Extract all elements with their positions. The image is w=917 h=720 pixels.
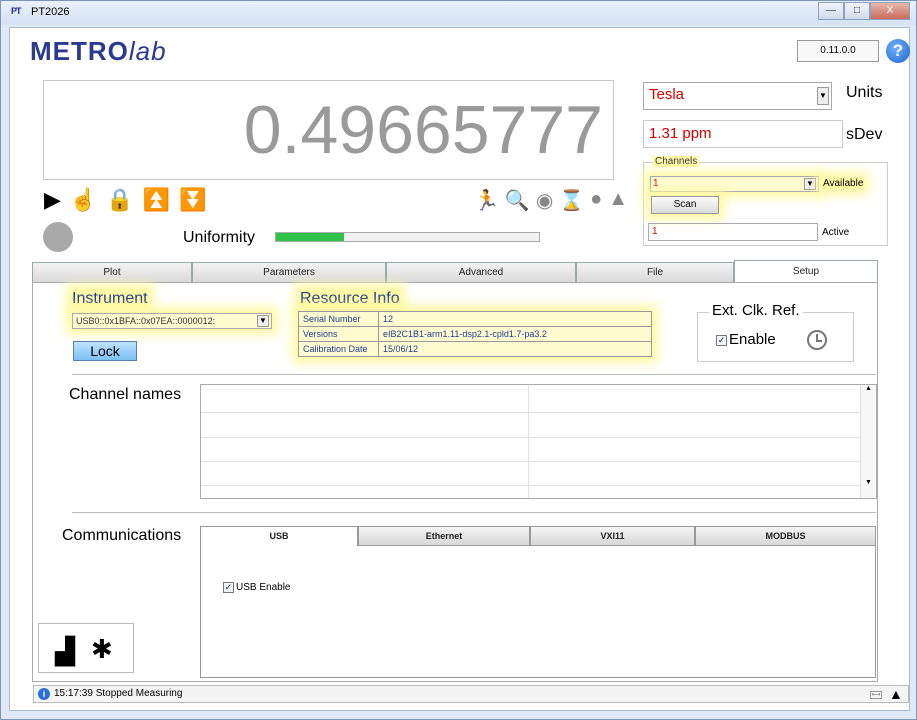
gauge-icon: ◉ xyxy=(535,190,554,212)
divider xyxy=(72,374,876,375)
tab-plot[interactable]: Plot xyxy=(32,262,192,282)
tab-advanced[interactable]: Advanced xyxy=(386,262,576,282)
minimize-button[interactable]: — xyxy=(818,2,844,20)
title-bar[interactable]: PT PT2026 — □ X xyxy=(1,1,916,25)
communications-tabs: USB Ethernet VXI11 MODBUS xyxy=(200,526,876,546)
alert-shield-icon: ● xyxy=(590,188,603,210)
chevron-down-icon[interactable]: ▼ xyxy=(817,87,829,105)
factory-icon[interactable]: ▟ xyxy=(55,636,75,667)
divider xyxy=(72,512,876,513)
search-icon: 🔍 xyxy=(504,190,530,212)
grid-line xyxy=(201,485,859,486)
tab-vxi11[interactable]: VXI11 xyxy=(530,526,695,546)
instrument-value: USB0::0x1BFA::0x07EA::0000012: xyxy=(76,316,216,326)
status-icons: 🏃 🔍 ◉ ⌛ ● ▲ xyxy=(474,188,628,213)
communications-label: Communications xyxy=(62,527,182,544)
available-label: Available xyxy=(823,178,864,189)
active-label: Active xyxy=(822,227,850,238)
maximize-button[interactable]: □ xyxy=(844,2,870,20)
units-label: Units xyxy=(846,84,883,101)
table-cell: 15/06/12 xyxy=(378,341,652,357)
chevron-down-icon[interactable]: ▼ xyxy=(257,315,269,327)
play-icon[interactable]: ▶ xyxy=(44,187,61,213)
scan-button[interactable]: Scan xyxy=(651,196,719,214)
vertical-scrollbar[interactable]: ▲ ▼ xyxy=(860,385,876,498)
logo-lab: lab xyxy=(128,36,167,66)
channel-names-grid[interactable]: ▲ ▼ xyxy=(200,384,877,499)
sdev-label: sDev xyxy=(846,126,883,143)
resource-info-table: Serial Number 12 Versions eIB2C1B1-arm1.11… xyxy=(298,311,652,357)
resource-info-label: Resource Info xyxy=(300,290,400,308)
tab-parameters[interactable]: Parameters xyxy=(192,262,386,282)
status-text: 15:17:39 Stopped Measuring xyxy=(54,688,183,699)
uniformity-bar xyxy=(275,232,540,242)
warning-icon: ▲ xyxy=(608,188,629,210)
table-row: Versions eIB2C1B1-arm1.11-dsp2.1-cpld1.7-… xyxy=(298,326,652,342)
ext-clk-enable-checkbox[interactable]: ✓ Enable xyxy=(716,331,776,348)
table-cell: Versions xyxy=(298,326,379,342)
table-cell: Serial Number xyxy=(298,311,379,327)
scroll-up-icon[interactable]: ▲ xyxy=(861,385,876,392)
expand-up-icon[interactable]: ▲ xyxy=(889,686,903,702)
resize-grip-icon[interactable]: ⟷ xyxy=(870,691,882,699)
tab-setup[interactable]: Setup xyxy=(734,260,878,282)
close-button[interactable]: X xyxy=(870,2,910,20)
app-icon: PT xyxy=(11,6,22,16)
tab-usb[interactable]: USB xyxy=(200,526,358,546)
channel-names-label: Channel names xyxy=(69,386,182,403)
window-title: PT2026 xyxy=(31,6,70,18)
lock-icon[interactable]: 🔒 xyxy=(106,187,133,213)
control-toolbar: ▶ ☝ 🔒 ⏫ ⏬ xyxy=(44,187,207,213)
units-select[interactable]: Tesla ▼ xyxy=(643,82,832,110)
info-icon: i xyxy=(38,688,50,700)
ext-clk-enable-label: Enable xyxy=(729,331,776,348)
status-led xyxy=(43,222,73,252)
table-row: Serial Number 12 xyxy=(298,311,652,327)
lock-button[interactable]: Lock xyxy=(73,341,137,361)
logo-main: METRO xyxy=(30,36,129,66)
checkbox-icon[interactable]: ✓ xyxy=(223,582,234,593)
bottom-toolbar xyxy=(38,623,134,673)
usb-enable-label: USB Enable xyxy=(236,582,291,594)
move-top-icon[interactable]: ⏫ xyxy=(143,187,170,213)
instrument-select[interactable]: USB0::0x1BFA::0x07EA::0000012: ▼ xyxy=(72,313,272,329)
table-row: Calibration Date 15/06/12 xyxy=(298,341,652,357)
hourglass-icon: ⌛ xyxy=(559,190,585,212)
available-channels-select[interactable]: 1 ▼ xyxy=(650,176,819,192)
grid-column-line xyxy=(528,385,529,498)
move-bottom-icon[interactable]: ⏬ xyxy=(179,187,206,213)
sdev-field: 1.31 ppm xyxy=(643,120,843,148)
usb-enable-checkbox[interactable]: ✓ USB Enable xyxy=(223,582,290,593)
grid-line xyxy=(201,412,859,413)
bug-icon[interactable]: ✱ xyxy=(91,634,113,665)
uniformity-label: Uniformity xyxy=(183,229,256,246)
version-label: 0.11.0.0 xyxy=(797,40,879,62)
channels-legend: Channels xyxy=(653,156,700,167)
table-cell: Calibration Date xyxy=(298,341,379,357)
run-icon: 🏃 xyxy=(474,190,499,212)
main-tabs: Plot Parameters Advanced File Setup xyxy=(32,260,878,282)
active-channels-field[interactable]: 1 xyxy=(648,223,818,241)
help-icon[interactable]: ? xyxy=(886,39,910,63)
units-value: Tesla xyxy=(649,86,685,103)
chevron-down-icon[interactable]: ▼ xyxy=(804,178,816,190)
available-value: 1 xyxy=(653,178,659,189)
instrument-label: Instrument xyxy=(72,290,148,308)
grid-line xyxy=(201,461,859,462)
clock-icon xyxy=(807,330,827,350)
tab-ethernet[interactable]: Ethernet xyxy=(358,526,530,546)
metrolab-logo: METROlab xyxy=(30,36,167,67)
table-cell: 12 xyxy=(378,311,652,327)
grid-line xyxy=(201,437,859,438)
usb-panel xyxy=(200,546,876,678)
touch-icon[interactable]: ☝ xyxy=(70,187,97,213)
table-cell: eIB2C1B1-arm1.11-dsp2.1-cpld1.7-pa3.2 xyxy=(378,326,652,342)
uniformity-fill xyxy=(276,233,345,241)
checkbox-icon[interactable]: ✓ xyxy=(716,334,727,346)
measurement-readout: 0.49665777 xyxy=(43,80,614,180)
tab-modbus[interactable]: MODBUS xyxy=(695,526,876,546)
tab-file[interactable]: File xyxy=(576,262,734,282)
scroll-down-icon[interactable]: ▼ xyxy=(861,479,876,486)
ext-clk-label: Ext. Clk. Ref. xyxy=(709,302,803,319)
